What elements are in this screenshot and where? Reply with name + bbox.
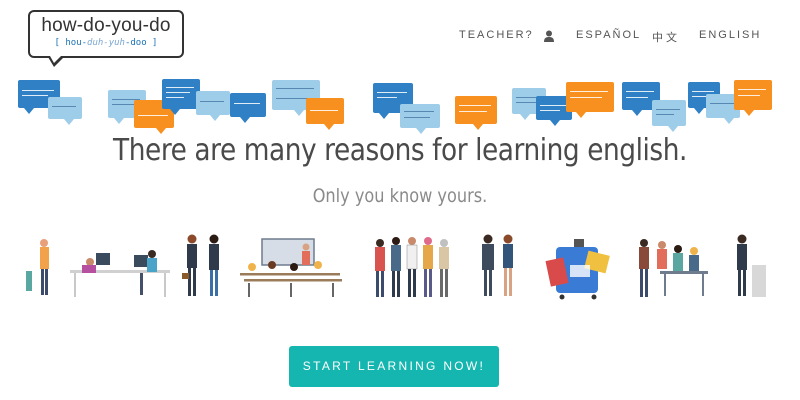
- group-of-friends-illustration: [375, 237, 449, 297]
- speech-bubble: [196, 91, 230, 121]
- speech-bubble: [455, 96, 497, 130]
- speech-bubble: [566, 82, 614, 118]
- start-learning-button[interactable]: START LEARNING NOW!: [289, 346, 499, 387]
- speech-bubble: [734, 80, 772, 116]
- page-subheadline: Only you know yours.: [312, 185, 488, 207]
- presentation-audience-illustration: [639, 234, 766, 297]
- nav-chinese-link[interactable]: 中文: [652, 29, 680, 45]
- business-couple-illustration: [182, 234, 219, 296]
- speech-bubble: [306, 98, 344, 130]
- office-workers-illustration: [26, 239, 170, 297]
- business-pair-illustration: [482, 234, 513, 296]
- nav-espanol-link[interactable]: ESPAÑOL: [576, 29, 641, 41]
- classroom-illustration: [240, 238, 342, 297]
- illustrations-strip: [26, 234, 766, 300]
- top-nav: TEACHER? ESPAÑOL 中文 ENGLISH: [0, 29, 800, 45]
- speech-bubble: [162, 79, 200, 115]
- speech-bubble: [48, 97, 82, 125]
- travel-suitcase-illustration: [545, 239, 610, 300]
- user-icon[interactable]: [543, 30, 555, 42]
- speech-bubble: [400, 104, 440, 134]
- nav-english-link[interactable]: ENGLISH: [699, 29, 761, 41]
- speech-bubble: [652, 100, 686, 132]
- page-headline: There are many reasons for learning engl…: [113, 133, 687, 168]
- speech-bubble: [230, 93, 266, 123]
- nav-teacher-link[interactable]: TEACHER?: [459, 29, 534, 41]
